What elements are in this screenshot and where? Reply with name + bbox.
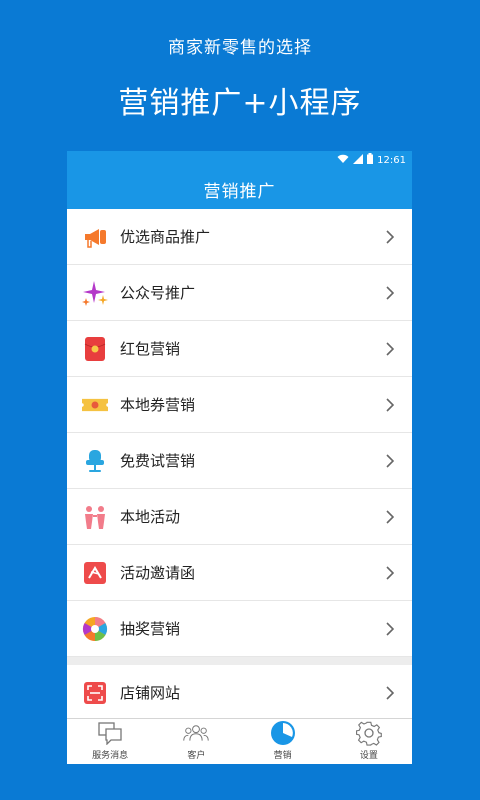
scan-frame-icon	[82, 680, 108, 706]
menu-item-red-envelope[interactable]: 红包营销	[67, 321, 412, 377]
chevron-right-icon	[382, 285, 398, 300]
phone-screen: 12:61 营销推广 优选商品推广 公众号推广 红包营销 本地券营销 免费试营销…	[67, 151, 412, 764]
chevron-right-icon	[382, 229, 398, 244]
marketing-menu: 优选商品推广 公众号推广 红包营销 本地券营销 免费试营销 本地活动 活动邀请函…	[67, 209, 412, 721]
tab-service-messages[interactable]: 服务消息	[67, 719, 153, 764]
promo-subtitle: 商家新零售的选择	[168, 38, 312, 58]
gear-icon	[355, 720, 382, 746]
chevron-right-icon	[382, 341, 398, 356]
red-envelope-icon	[82, 336, 108, 362]
wifi-icon	[337, 154, 349, 167]
customers-icon	[183, 720, 210, 746]
chevron-right-icon	[382, 453, 398, 468]
sparkle-icon	[82, 280, 108, 306]
tab-label: 服务消息	[92, 751, 129, 761]
tab-marketing[interactable]: 营销	[240, 719, 326, 764]
invitation-icon	[82, 560, 108, 586]
menu-item-lottery[interactable]: 抽奖营销	[67, 601, 412, 657]
tab-customers[interactable]: 客户	[153, 719, 239, 764]
menu-item-featured-products[interactable]: 优选商品推广	[67, 209, 412, 265]
megaphone-icon	[82, 224, 108, 250]
chevron-right-icon	[382, 565, 398, 580]
tab-settings[interactable]: 设置	[326, 719, 412, 764]
menu-item-label: 本地活动	[120, 508, 181, 526]
menu-item-label: 优选商品推广	[120, 228, 211, 246]
menu-item-label: 本地券营销	[120, 396, 196, 414]
chair-icon	[82, 448, 108, 474]
tab-label: 设置	[359, 751, 378, 761]
menu-item-free-trial[interactable]: 免费试营销	[67, 433, 412, 489]
menu-item-store-website[interactable]: 店铺网站	[67, 665, 412, 721]
app-bar-title: 营销推广	[67, 169, 412, 209]
status-bar: 12:61	[67, 151, 412, 169]
menu-item-official-account[interactable]: 公众号推广	[67, 265, 412, 321]
menu-item-event-invitation[interactable]: 活动邀请函	[67, 545, 412, 601]
chevron-right-icon	[382, 397, 398, 412]
chat-icon	[97, 720, 123, 746]
bottom-tab-bar: 服务消息 客户 营销 设置	[67, 718, 412, 764]
menu-item-label: 红包营销	[120, 340, 181, 358]
menu-item-label: 抽奖营销	[120, 620, 181, 638]
menu-item-label: 免费试营销	[120, 452, 196, 470]
chevron-right-icon	[382, 621, 398, 636]
battery-icon	[367, 153, 374, 167]
menu-item-local-events[interactable]: 本地活动	[67, 489, 412, 545]
chevron-right-icon	[382, 509, 398, 524]
status-time: 12:61	[377, 154, 406, 166]
prize-wheel-icon	[82, 616, 108, 642]
tab-label: 营销	[273, 751, 292, 761]
menu-item-local-coupon[interactable]: 本地券营销	[67, 377, 412, 433]
coupon-icon	[82, 392, 108, 418]
promo-title: 营销推广+小程序	[118, 86, 362, 121]
chevron-right-icon	[382, 685, 398, 700]
tab-label: 客户	[187, 751, 206, 761]
menu-item-label: 店铺网站	[120, 684, 181, 702]
menu-item-label: 活动邀请函	[120, 564, 196, 582]
section-divider	[67, 657, 412, 665]
signal-icon	[353, 153, 364, 167]
people-icon	[82, 504, 108, 530]
menu-item-label: 公众号推广	[120, 284, 196, 302]
pie-chart-icon	[270, 720, 296, 746]
